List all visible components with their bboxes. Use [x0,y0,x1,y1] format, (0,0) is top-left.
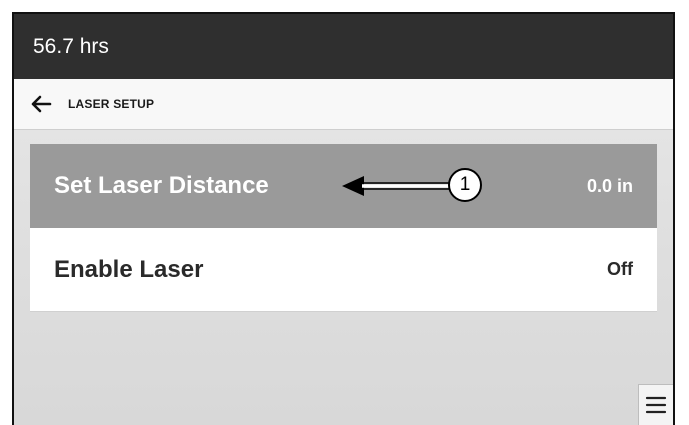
engine-hours: 56.7 hrs [33,35,109,58]
setting-value: 0.0 in [586,175,633,196]
back-button[interactable] [24,84,58,124]
page-header: LASER SETUP [14,79,673,130]
arrow-left-icon [31,95,52,113]
callout-number: 1 [459,174,471,195]
setting-row-enable-laser[interactable]: Enable Laser Off [30,228,657,312]
menu-button[interactable] [638,384,673,425]
status-bar: 56.7 hrs [14,14,673,79]
setting-label: Enable Laser [54,255,204,283]
screen-frame: 56.7 hrs LASER SETUP Set Laser Distance … [12,12,675,425]
setting-label: Set Laser Distance [54,172,269,199]
page-title: LASER SETUP [68,97,155,111]
setting-value: Off [607,259,633,279]
hamburger-menu-icon [645,396,667,414]
